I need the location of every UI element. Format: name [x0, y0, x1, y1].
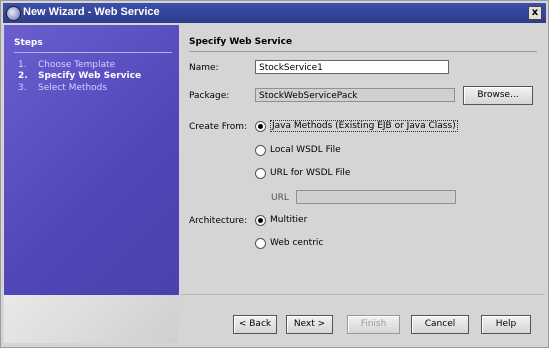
create-from-label: Create From:: [189, 122, 248, 132]
cancel-button[interactable]: Cancel: [411, 315, 469, 334]
steps-divider: [14, 52, 172, 53]
radio-selected-icon[interactable]: [255, 121, 266, 132]
radio-label: URL for WSDL File: [270, 168, 351, 178]
step-label: Choose Template: [38, 60, 116, 70]
radio-label: Web centric: [270, 238, 324, 248]
close-button[interactable]: x: [528, 6, 542, 20]
radio-label: Java Methods (Existing EJB or Java Class…: [270, 120, 458, 132]
steps-footer-band: [4, 295, 179, 343]
radio-unselected-icon[interactable]: [255, 168, 266, 179]
close-icon: x: [531, 7, 539, 18]
title-bar[interactable]: New Wizard - Web Service x: [3, 3, 546, 23]
step-number: 1.: [18, 60, 27, 70]
step-number: 3.: [18, 83, 27, 93]
finish-button[interactable]: Finish: [347, 315, 400, 334]
next-button[interactable]: Next >: [286, 315, 333, 334]
steps-panel: Steps 1. Choose Template 2. Specify Web Se…: [4, 25, 179, 295]
browse-button[interactable]: Browse...: [463, 86, 533, 105]
panel-title: Specify Web Service: [189, 37, 293, 47]
radio-unselected-icon[interactable]: [255, 238, 266, 249]
package-field[interactable]: StockWebServicePack: [255, 88, 455, 102]
wizard-window: New Wizard - Web Service x Steps 1. Choos…: [0, 0, 549, 348]
step-number: 2.: [18, 71, 28, 81]
name-field[interactable]: StockService1: [255, 60, 449, 74]
step-select-methods: 3. Select Methods: [18, 83, 107, 93]
url-label: URL: [271, 193, 289, 203]
package-label: Package:: [189, 91, 230, 101]
architecture-label: Architecture:: [189, 216, 248, 226]
step-label: Specify Web Service: [38, 71, 142, 81]
url-field[interactable]: [296, 190, 456, 204]
window-title: New Wizard - Web Service: [23, 6, 160, 18]
footer-divider: [181, 294, 545, 295]
back-button[interactable]: < Back: [233, 315, 277, 334]
steps-title: Steps: [14, 38, 43, 48]
radio-unselected-icon[interactable]: [255, 145, 266, 156]
radio-label: Multitier: [270, 215, 308, 225]
radio-selected-icon[interactable]: [255, 215, 266, 226]
name-label: Name:: [189, 63, 219, 73]
step-choose-template: 1. Choose Template: [18, 60, 115, 70]
step-specify-web-service: 2. Specify Web Service: [18, 71, 141, 81]
step-label: Select Methods: [38, 83, 108, 93]
radio-label: Local WSDL File: [270, 145, 341, 155]
help-button[interactable]: Help: [481, 315, 531, 334]
panel-divider: [189, 51, 537, 52]
app-icon: [6, 6, 21, 21]
